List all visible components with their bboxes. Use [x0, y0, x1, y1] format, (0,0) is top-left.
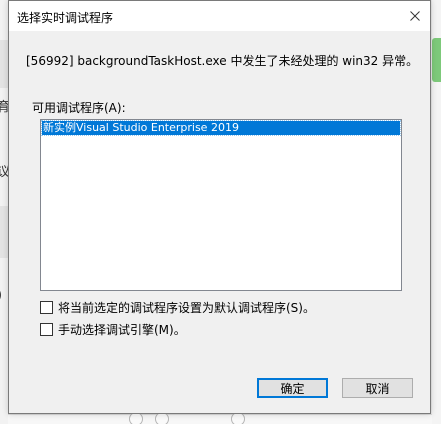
- exception-message: [56992] backgroundTaskHost.exe 中发生了未经处理的…: [26, 54, 419, 68]
- ok-button[interactable]: 确定: [257, 378, 328, 398]
- checkbox-box[interactable]: [40, 322, 53, 336]
- title-bar[interactable]: 选择实时调试程序: [9, 1, 430, 31]
- background-text: 议: [0, 165, 8, 180]
- close-button[interactable]: [400, 1, 430, 31]
- debugger-listbox[interactable]: 新实例Visual Studio Enterprise 2019: [40, 119, 402, 291]
- background-green-panel: [432, 38, 441, 82]
- set-default-checkbox[interactable]: 将当前选定的调试程序设置为默认调试程序(S)。: [40, 299, 315, 315]
- background-window-bottom: [8, 414, 432, 424]
- set-default-label[interactable]: 将当前选定的调试程序设置为默认调试程序(S)。: [58, 299, 315, 316]
- background-text: ): [0, 288, 8, 303]
- jit-debugger-dialog: 选择实时调试程序 [56992] backgroundTaskHost.exe …: [8, 0, 431, 414]
- list-item-debugger[interactable]: 新实例Visual Studio Enterprise 2019: [41, 120, 401, 136]
- checkbox-box[interactable]: [40, 300, 53, 314]
- manual-engine-label[interactable]: 手动选择调试引擎(M)。: [58, 321, 186, 338]
- dialog-body: [56992] backgroundTaskHost.exe 中发生了未经处理的…: [9, 31, 430, 413]
- cancel-button[interactable]: 取消: [342, 378, 413, 398]
- background-text: 育: [0, 100, 8, 115]
- dialog-title: 选择实时调试程序: [17, 11, 114, 25]
- close-icon: [410, 11, 420, 21]
- background-panel: [0, 40, 8, 88]
- available-debuggers-label: 可用调试程序(A):: [32, 101, 126, 115]
- background-window-right: [432, 0, 441, 424]
- manual-engine-checkbox[interactable]: 手动选择调试引擎(M)。: [40, 321, 186, 337]
- background-panel: [0, 206, 8, 258]
